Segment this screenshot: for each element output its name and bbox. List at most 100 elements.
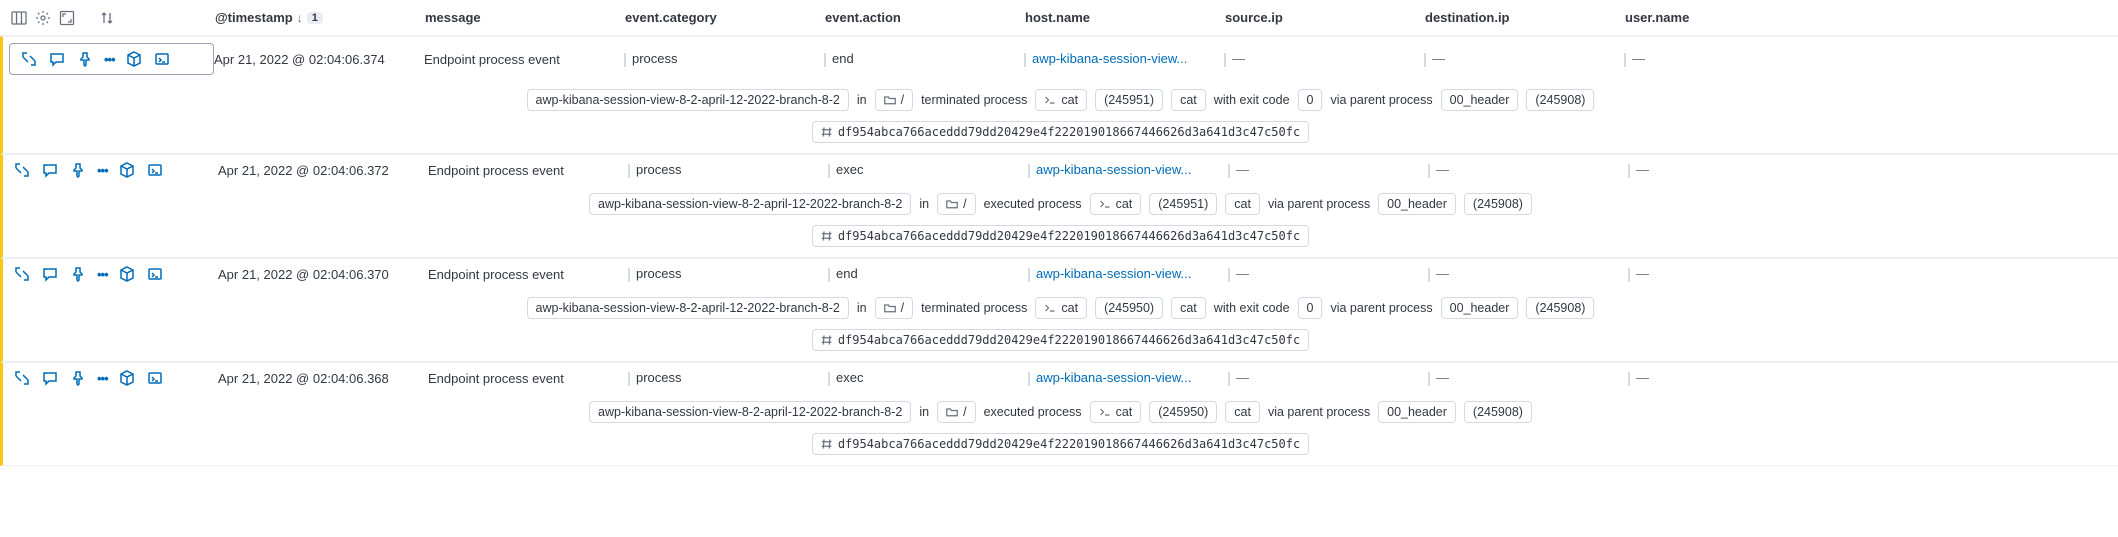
col-head-message[interactable]: message (425, 10, 625, 25)
cell-message: Endpoint process event (424, 52, 624, 67)
pill-branch[interactable]: awp-kibana-session-view-8-2-april-12-202… (589, 193, 911, 215)
session-view-icon[interactable] (146, 161, 164, 179)
session-view-icon[interactable] (146, 265, 164, 283)
cell-timestamp: Apr 21, 2022 @ 02:04:06.370 (218, 267, 428, 282)
table-row: •••Apr 21, 2022 @ 02:04:06.370Endpoint p… (0, 258, 2118, 362)
comment-icon[interactable] (41, 265, 59, 283)
pill-branch[interactable]: awp-kibana-session-view-8-2-april-12-202… (589, 401, 911, 423)
pill-hash[interactable]: df954abca766aceddd79dd20429e4f2220190186… (812, 121, 1309, 143)
pill-parent-pid[interactable]: (245908) (1526, 297, 1594, 319)
cell-hostname[interactable]: awp-kibana-session-view... (1028, 266, 1228, 282)
pill-pid[interactable]: (245951) (1095, 89, 1163, 111)
col-head-destip[interactable]: destination.ip (1425, 10, 1625, 25)
pill-branch[interactable]: awp-kibana-session-view-8-2-april-12-202… (527, 89, 849, 111)
row-main: •••Apr 21, 2022 @ 02:04:06.372Endpoint p… (13, 161, 2108, 179)
session-view-icon[interactable] (146, 369, 164, 387)
pin-icon[interactable] (69, 161, 87, 179)
row-columns: Apr 21, 2022 @ 02:04:06.374Endpoint proc… (214, 51, 2108, 67)
analyzer-icon[interactable] (118, 369, 136, 387)
more-actions-icon[interactable]: ••• (97, 267, 108, 282)
sort-icon[interactable] (98, 9, 116, 27)
col-head-timestamp[interactable]: @timestamp ↓ 1 (215, 10, 425, 25)
cell-timestamp: Apr 21, 2022 @ 02:04:06.374 (214, 52, 424, 67)
pill-parent-name[interactable]: 00_header (1378, 193, 1456, 215)
pill-exit-code[interactable]: 0 (1298, 89, 1323, 111)
pill-hash[interactable]: df954abca766aceddd79dd20429e4f2220190186… (812, 225, 1309, 247)
pill-proc-name[interactable]: cat (1090, 193, 1142, 215)
pill-folder[interactable]: / (937, 193, 975, 215)
session-view-icon[interactable] (153, 50, 171, 68)
row-detail: awp-kibana-session-view-8-2-april-12-202… (13, 85, 2108, 115)
comment-icon[interactable] (48, 50, 66, 68)
cell-category: process (628, 370, 828, 386)
pill-hash[interactable]: df954abca766aceddd79dd20429e4f2220190186… (812, 329, 1309, 351)
pin-icon[interactable] (69, 369, 87, 387)
folder-icon (884, 302, 896, 314)
expand-icon[interactable] (13, 265, 31, 283)
col-head-action[interactable]: event.action (825, 10, 1025, 25)
pill-parent-pid[interactable]: (245908) (1464, 401, 1532, 423)
pill-proc-name[interactable]: cat (1090, 401, 1142, 423)
comment-icon[interactable] (41, 161, 59, 179)
expand-icon[interactable] (13, 161, 31, 179)
more-actions-icon[interactable]: ••• (97, 371, 108, 386)
pill-proc-name-2[interactable]: cat (1225, 193, 1260, 215)
columns-icon[interactable] (10, 9, 28, 27)
row-actions: ••• (13, 369, 218, 387)
cell-hostname[interactable]: awp-kibana-session-view... (1028, 162, 1228, 178)
pill-proc-name[interactable]: cat (1035, 297, 1087, 319)
text-parent-label: via parent process (1330, 93, 1432, 107)
header-controls (10, 9, 215, 27)
text-proc-verb: terminated process (921, 93, 1027, 107)
pill-pid[interactable]: (245950) (1149, 401, 1217, 423)
pill-proc-name-2[interactable]: cat (1225, 401, 1260, 423)
terminal-icon (1099, 198, 1111, 210)
cell-hostname[interactable]: awp-kibana-session-view... (1024, 51, 1224, 67)
col-head-hostname[interactable]: host.name (1025, 10, 1225, 25)
cell-action: end (824, 51, 1024, 67)
pill-proc-name-2[interactable]: cat (1171, 297, 1206, 319)
cell-hostname[interactable]: awp-kibana-session-view... (1028, 370, 1228, 386)
pill-proc-name-2[interactable]: cat (1171, 89, 1206, 111)
analyzer-icon[interactable] (118, 161, 136, 179)
pill-parent-name[interactable]: 00_header (1441, 297, 1519, 319)
more-actions-icon[interactable]: ••• (97, 163, 108, 178)
pill-pid[interactable]: (245950) (1095, 297, 1163, 319)
cell-timestamp: Apr 21, 2022 @ 02:04:06.372 (218, 163, 428, 178)
analyzer-icon[interactable] (118, 265, 136, 283)
pin-icon[interactable] (76, 50, 94, 68)
pill-parent-pid[interactable]: (245908) (1526, 89, 1594, 111)
pill-branch[interactable]: awp-kibana-session-view-8-2-april-12-202… (527, 297, 849, 319)
pill-folder[interactable]: / (875, 89, 913, 111)
pill-folder[interactable]: / (937, 401, 975, 423)
pill-parent-name[interactable]: 00_header (1441, 89, 1519, 111)
row-main: ••• Apr 21, 2022 @ 02:04:06.374Endpoint p… (13, 43, 2108, 75)
pill-proc-name[interactable]: cat (1035, 89, 1087, 111)
col-head-category[interactable]: event.category (625, 10, 825, 25)
comment-icon[interactable] (41, 369, 59, 387)
more-actions-icon[interactable]: ••• (104, 52, 115, 67)
pin-icon[interactable] (69, 265, 87, 283)
cell-destip: — (1428, 266, 1628, 282)
pill-parent-pid[interactable]: (245908) (1464, 193, 1532, 215)
row-detail: awp-kibana-session-view-8-2-april-12-202… (13, 293, 2108, 323)
pill-parent-name[interactable]: 00_header (1378, 401, 1456, 423)
fullscreen-icon[interactable] (58, 9, 76, 27)
col-head-sourceip[interactable]: source.ip (1225, 10, 1425, 25)
col-head-username[interactable]: user.name (1625, 10, 1825, 25)
timestamp-label: @timestamp (215, 10, 293, 25)
pill-pid[interactable]: (245951) (1149, 193, 1217, 215)
pill-exit-code[interactable]: 0 (1298, 297, 1323, 319)
expand-icon[interactable] (13, 369, 31, 387)
hash-icon (821, 126, 833, 138)
row-main: •••Apr 21, 2022 @ 02:04:06.368Endpoint p… (13, 369, 2108, 387)
pill-hash[interactable]: df954abca766aceddd79dd20429e4f2220190186… (812, 433, 1309, 455)
gear-icon[interactable] (34, 9, 52, 27)
pill-folder[interactable]: / (875, 297, 913, 319)
expand-icon[interactable] (20, 50, 38, 68)
text-in: in (919, 405, 929, 419)
events-table: @timestamp ↓ 1 message event.category ev… (0, 0, 2118, 466)
cell-destip: — (1428, 162, 1628, 178)
sort-index-badge: 1 (307, 12, 323, 24)
analyzer-icon[interactable] (125, 50, 143, 68)
